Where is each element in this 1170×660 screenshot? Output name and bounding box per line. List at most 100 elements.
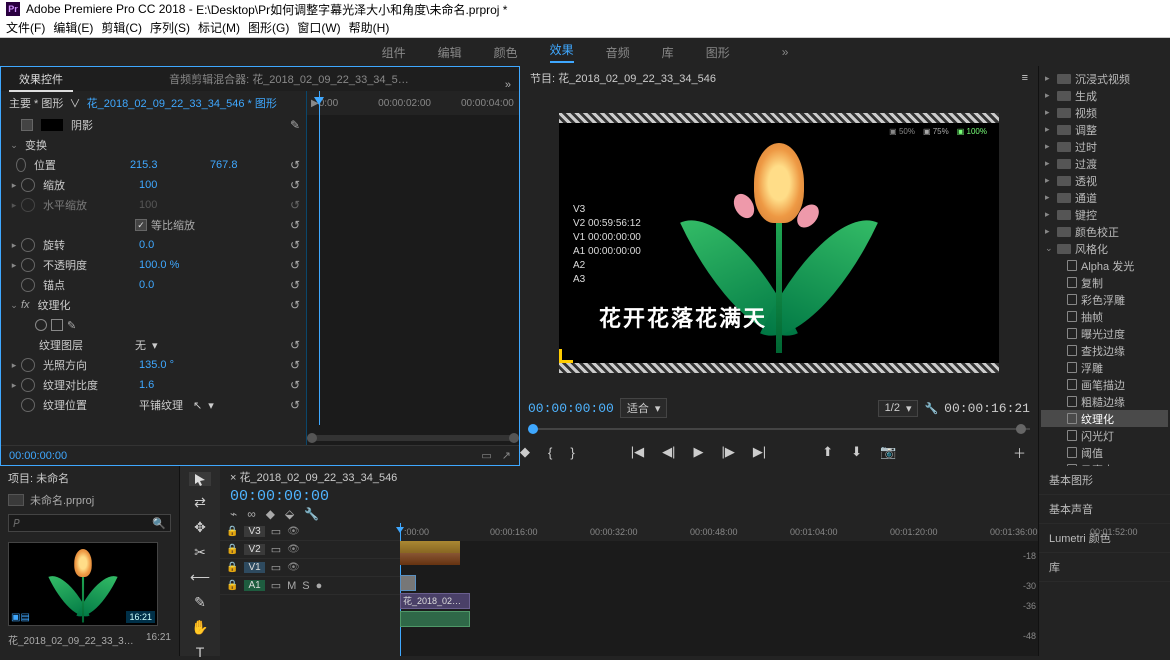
menu-graphics[interactable]: 图形(G) <box>248 19 289 36</box>
twirl-icon[interactable]: ▸ <box>7 360 21 371</box>
tab-audio-clip-mixer[interactable]: 音频剪辑混合器: 花_2018_02_09_22_33_34_5… <box>159 67 419 91</box>
track-v1[interactable]: V1 <box>244 562 264 573</box>
reset-icon[interactable]: ↺ <box>290 298 300 312</box>
effects-tree-item[interactable]: ▸视频 <box>1041 104 1168 121</box>
zoom-dropdown[interactable]: 1/2▾ <box>878 400 919 417</box>
twirl-icon[interactable]: ▸ <box>7 180 21 191</box>
timeline-tracks[interactable]: :00:00 00:00:16:00 00:00:32:00 00:00:48:… <box>400 523 1038 656</box>
effects-tree-item[interactable]: 闪光灯 <box>1041 427 1168 444</box>
menu-marker[interactable]: 标记(M) <box>198 19 240 36</box>
mask-ellipse-icon[interactable] <box>35 319 47 331</box>
texture-layer-dropdown[interactable]: 无 ▾ <box>135 337 158 353</box>
stopwatch-icon[interactable] <box>16 158 26 172</box>
step-back-icon[interactable]: ◀| <box>662 444 675 460</box>
position-x-value[interactable]: 215.3 <box>130 159 210 171</box>
mute-button[interactable]: M <box>287 580 296 592</box>
rotation-value[interactable]: 0.0 <box>139 239 219 251</box>
eye-icon[interactable]: 👁 <box>287 544 300 555</box>
effects-tree-item[interactable]: 查找边缘 <box>1041 342 1168 359</box>
crop-corner-icon[interactable] <box>559 349 573 363</box>
project-search-input[interactable]: 𝘗 🔍 <box>8 514 171 532</box>
lock-icon[interactable]: 🔒 <box>226 580 238 591</box>
program-scrubber[interactable] <box>528 420 1030 438</box>
work-area-bar[interactable] <box>400 541 460 553</box>
solo-button[interactable]: S <box>302 580 309 592</box>
panel-menu-icon[interactable]: ≡ <box>1022 72 1028 84</box>
texture-contrast-value[interactable]: 1.6 <box>139 379 219 391</box>
panel-overflow-icon[interactable]: » <box>505 79 511 91</box>
effects-tree-item[interactable]: ▸调整 <box>1041 121 1168 138</box>
panel-libraries[interactable]: 库 <box>1039 553 1170 582</box>
twirl-icon[interactable]: ⌄ <box>7 300 21 311</box>
ripple-edit-tool-icon[interactable]: ✥ <box>189 519 211 536</box>
track-v3[interactable]: V3 <box>244 526 264 537</box>
sequence-tab[interactable]: × 花_2018_02_09_22_33_34_546 <box>220 466 1038 488</box>
reset-icon[interactable]: ↺ <box>290 158 300 172</box>
track-select-tool-icon[interactable]: ⇄ <box>189 494 211 511</box>
light-direction-value[interactable]: 135.0 ° <box>139 359 219 371</box>
effects-tree-item[interactable]: 曝光过度 <box>1041 325 1168 342</box>
menu-help[interactable]: 帮助(H) <box>349 19 390 36</box>
go-to-out-icon[interactable]: ▶| <box>753 444 766 460</box>
add-marker-icon[interactable]: ◆ <box>520 444 530 460</box>
eye-icon[interactable]: 👁 <box>287 562 300 573</box>
effects-tree-item[interactable]: 画笔描边 <box>1041 376 1168 393</box>
wrench-icon[interactable]: 🔧 <box>304 507 319 521</box>
record-button[interactable]: ● <box>316 580 323 592</box>
stopwatch-icon[interactable] <box>21 378 35 392</box>
effects-tree-item[interactable]: ▸过渡 <box>1041 155 1168 172</box>
pen-tool-icon[interactable]: ✎ <box>189 594 211 611</box>
twirl-icon[interactable]: ▸ <box>7 260 21 271</box>
reset-icon[interactable]: ↺ <box>290 258 300 272</box>
type-tool-icon[interactable]: T <box>189 644 211 660</box>
stopwatch-icon[interactable] <box>21 178 35 192</box>
stopwatch-icon[interactable] <box>21 358 35 372</box>
play-icon[interactable]: ▶ <box>693 444 703 460</box>
eye-icon[interactable]: 👁 <box>287 526 300 537</box>
hand-tool-icon[interactable]: ✋ <box>189 619 211 636</box>
effects-tree-item[interactable]: ▸颜色校正 <box>1041 223 1168 240</box>
effects-tree-item[interactable]: 浮雕 <box>1041 359 1168 376</box>
track-a1[interactable]: A1 <box>244 580 264 591</box>
lock-icon[interactable]: 🔒 <box>226 562 238 573</box>
reset-icon[interactable]: ↺ <box>290 338 300 352</box>
clip-link[interactable]: 花_2018_02_09_22_33_34_546 * 图形 <box>87 98 277 110</box>
mask-rect-icon[interactable] <box>51 319 63 331</box>
reset-icon[interactable]: ↺ <box>290 378 300 392</box>
timeline-settings-icon[interactable]: ⬙ <box>285 507 294 521</box>
effects-tree-item[interactable]: ▸过时 <box>1041 138 1168 155</box>
workspace-overflow-icon[interactable]: » <box>782 45 789 59</box>
workspace-editing[interactable]: 编辑 <box>438 44 462 61</box>
twirl-icon[interactable]: ▸ <box>7 380 21 391</box>
add-marker-icon[interactable]: ◆ <box>266 507 275 521</box>
timeline-ruler[interactable]: :00:00 00:00:16:00 00:00:32:00 00:00:48:… <box>400 523 1038 541</box>
workspace-libraries[interactable]: 库 <box>662 44 674 61</box>
anchor-value[interactable]: 0.0 <box>139 279 219 291</box>
menu-clip[interactable]: 剪辑(C) <box>101 19 142 36</box>
effects-tree-item[interactable]: ▸键控 <box>1041 206 1168 223</box>
scale-value[interactable]: 100 <box>139 179 219 191</box>
clip-name[interactable]: 花_2018_02_09_22_33_3… <box>8 632 134 647</box>
effects-tree-item[interactable]: ▸透视 <box>1041 172 1168 189</box>
linked-selection-icon[interactable]: ∞ <box>247 507 256 521</box>
texturize-section[interactable]: 纹理化 <box>34 297 290 313</box>
program-timecode-left[interactable]: 00:00:00:00 <box>528 401 614 416</box>
reset-icon[interactable]: ↺ <box>290 178 300 192</box>
shadow-checkbox[interactable] <box>21 119 33 131</box>
stopwatch-icon[interactable] <box>21 278 35 292</box>
effects-tree-item[interactable]: 彩色浮雕 <box>1041 291 1168 308</box>
workspace-audio[interactable]: 音频 <box>606 44 630 61</box>
effects-tree-item[interactable]: 复制 <box>1041 274 1168 291</box>
step-forward-icon[interactable]: |▶ <box>721 444 734 460</box>
selection-tool-icon[interactable] <box>189 472 211 486</box>
reset-icon[interactable]: ↺ <box>290 218 300 232</box>
razor-tool-icon[interactable]: ✂ <box>189 544 211 561</box>
effects-tree-item[interactable]: 阈值 <box>1041 444 1168 461</box>
reset-icon[interactable]: ↺ <box>290 238 300 252</box>
workspace-assembly[interactable]: 组件 <box>382 44 406 61</box>
uniform-scale-checkbox[interactable]: ✓ <box>135 219 147 231</box>
export-frame-icon[interactable]: 📷 <box>880 444 896 460</box>
panel-essential-sound[interactable]: 基本声音 <box>1039 495 1170 524</box>
effects-tree-item[interactable]: 纹理化 <box>1041 410 1168 427</box>
stopwatch-icon[interactable] <box>21 258 35 272</box>
